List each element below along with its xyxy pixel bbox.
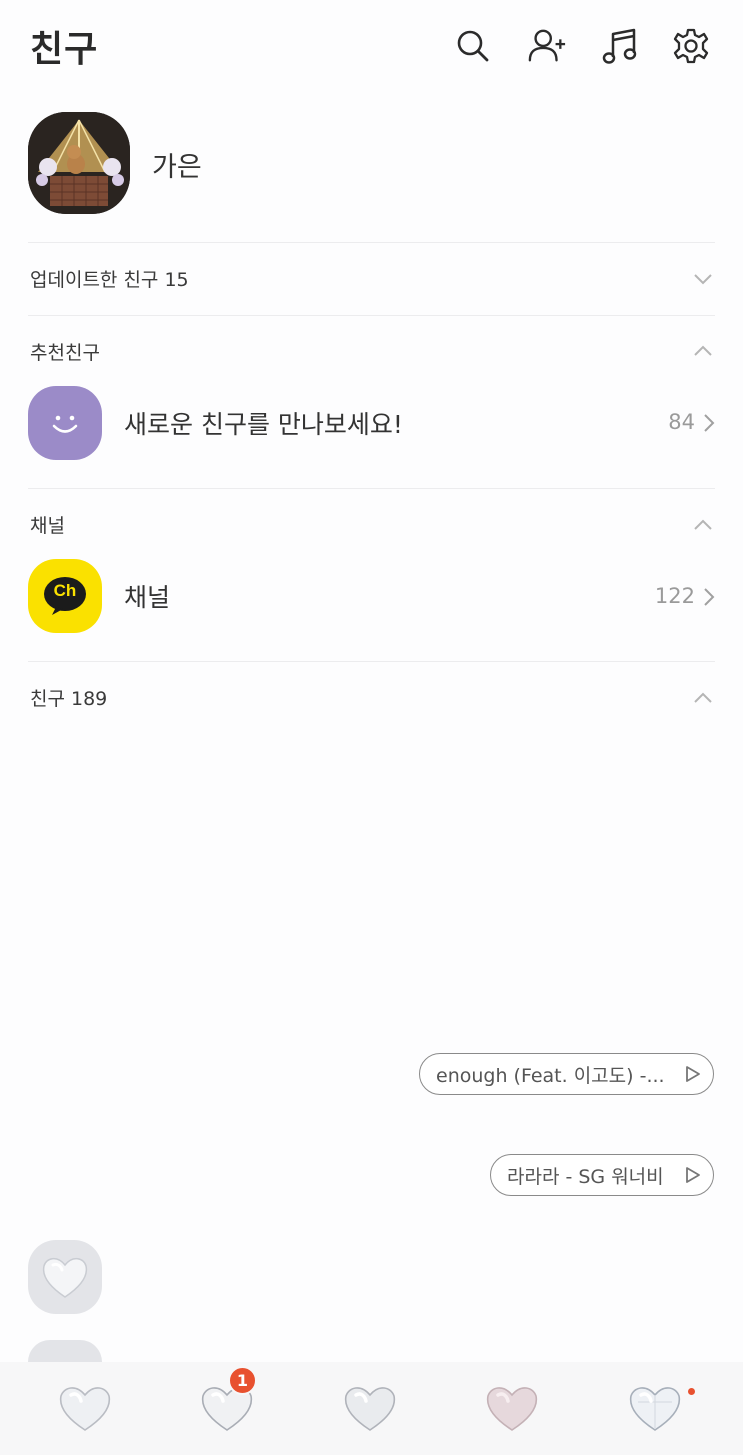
gear-icon[interactable] [671,26,711,66]
app-header: 친구 [0,0,743,95]
add-friend-icon[interactable] [527,26,567,66]
section-channel: 채널 [30,515,65,537]
tab-view[interactable] [335,1376,405,1440]
channel-count: 122 [654,584,695,608]
section-friends: 친구 189 [30,688,108,710]
heart-rose-quartz-icon [486,1387,538,1431]
music-note-icon[interactable] [600,26,640,66]
channel-icon[interactable]: Ch [28,559,102,633]
heart-crystal-icon [59,1387,111,1431]
tab-friends[interactable] [50,1376,120,1440]
unread-badge: 1 [228,1366,257,1395]
profile-avatar[interactable] [28,112,130,214]
divider [28,315,715,316]
play-icon [686,1167,700,1183]
heart-crystal-icon [42,1258,88,1298]
channel-icon-text: Ch [53,581,77,600]
section-updated-friends[interactable]: 업데이트한 친구 15 [30,265,189,292]
chevron-right-icon[interactable] [702,586,716,608]
tab-more[interactable] [620,1376,690,1440]
page-title: 친구 [30,29,99,70]
smile-icon[interactable] [28,386,102,460]
chat-bubble-icon: Ch [42,576,88,616]
divider [28,242,715,243]
divider [28,488,715,489]
tab-shopping[interactable] [477,1376,547,1440]
divider [28,661,715,662]
recommend-count: 84 [668,410,695,434]
profile-name: 가은 [152,152,202,183]
chevron-right-icon[interactable] [702,412,716,434]
my-profile[interactable]: 가은 [0,105,743,225]
play-icon [686,1066,700,1082]
chevron-up-icon[interactable] [690,685,716,711]
music-pill[interactable]: enough (Feat. 이고도) -... [419,1053,714,1095]
friend-avatar[interactable] [28,1340,102,1362]
search-icon[interactable] [453,26,493,66]
heart-crystal-icon [344,1387,396,1431]
recommend-row-text[interactable]: 새로운 친구를 만나보세요! [124,405,403,441]
music-pill[interactable]: 라라라 - SG 워너비 [490,1154,714,1196]
friend-avatar[interactable] [28,1240,102,1314]
channel-row-text[interactable]: 채널 [124,578,170,614]
chevron-up-icon[interactable] [690,512,716,538]
heart-crystal-icon [629,1387,681,1431]
chevron-up-icon[interactable] [690,338,716,364]
bottom-tab-bar: 1 [0,1362,743,1455]
chevron-down-icon[interactable] [690,266,716,292]
music-pill-text: 라라라 - SG 워너비 [507,1165,664,1188]
new-dot [688,1388,695,1395]
music-pill-text: enough (Feat. 이고도) -... [436,1064,665,1087]
section-recommended-friends: 추천친구 [30,342,100,364]
